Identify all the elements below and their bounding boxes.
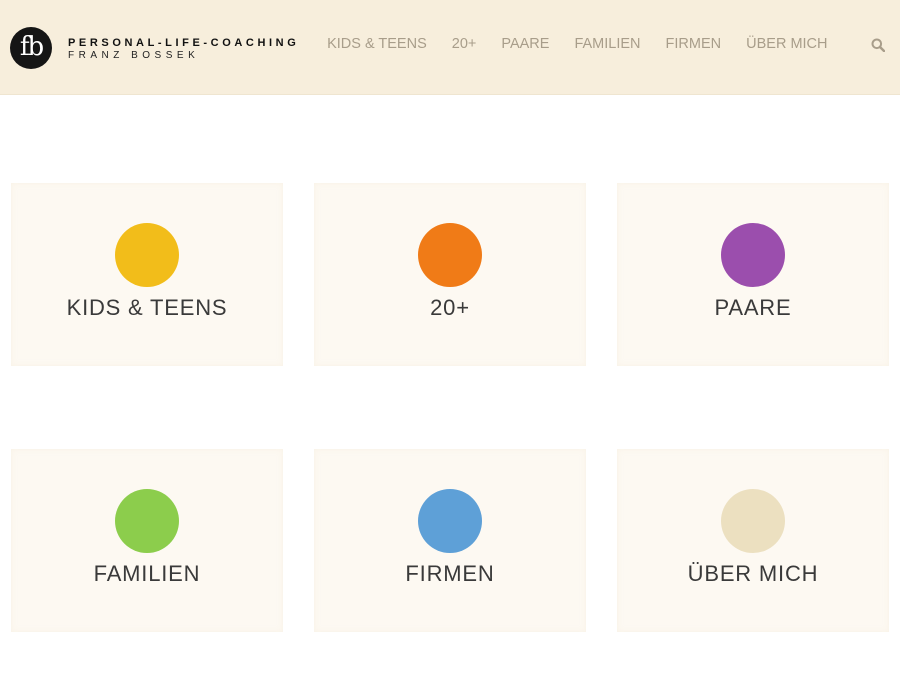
tile-color-dot bbox=[721, 489, 785, 553]
tile-label: 20+ bbox=[430, 295, 470, 320]
nav-item-familien[interactable]: FAMILIEN bbox=[562, 36, 653, 52]
tile-color-dot bbox=[418, 223, 482, 287]
brand[interactable]: PERSONAL-LIFE-COACHING FRANZ BOSSEK bbox=[68, 38, 299, 61]
tile-label: PAARE bbox=[714, 295, 792, 320]
nav-item-kids-teens[interactable]: KIDS & TEENS bbox=[315, 36, 440, 52]
main-nav: KIDS & TEENS 20+ PAARE FAMILIEN FIRMEN Ü… bbox=[315, 36, 840, 52]
tile-label: ÜBER MICH bbox=[687, 561, 819, 586]
tile-paare[interactable]: PAARE bbox=[617, 183, 889, 366]
nav-item-ueber-mich[interactable]: ÜBER MICH bbox=[734, 36, 840, 52]
tile-familien[interactable]: FAMILIEN bbox=[11, 449, 283, 632]
tile-20plus[interactable]: 20+ bbox=[314, 183, 586, 366]
tile-label: FIRMEN bbox=[405, 561, 495, 586]
search-icon[interactable] bbox=[871, 38, 885, 52]
tile-ueber-mich[interactable]: ÜBER MICH bbox=[617, 449, 889, 632]
nav-item-firmen[interactable]: FIRMEN bbox=[653, 36, 734, 52]
tile-kids-teens[interactable]: KIDS & TEENS bbox=[11, 183, 283, 366]
tile-label: FAMILIEN bbox=[93, 561, 201, 586]
nav-item-paare[interactable]: PAARE bbox=[489, 36, 562, 52]
tile-color-dot bbox=[115, 489, 179, 553]
logo-text: fb bbox=[19, 31, 44, 62]
brand-name: PERSONAL-LIFE-COACHING bbox=[68, 37, 300, 49]
tile-label: KIDS & TEENS bbox=[66, 295, 228, 320]
tile-color-dot bbox=[418, 489, 482, 553]
site-header: fb PERSONAL-LIFE-COACHING FRANZ BOSSEK K… bbox=[0, 0, 900, 95]
logo[interactable]: fb bbox=[10, 27, 52, 69]
tile-color-dot bbox=[721, 223, 785, 287]
tile-color-dot bbox=[115, 223, 179, 287]
nav-item-20plus[interactable]: 20+ bbox=[439, 36, 489, 52]
brand-subtitle: FRANZ BOSSEK bbox=[68, 50, 200, 61]
tile-firmen[interactable]: FIRMEN bbox=[314, 449, 586, 632]
